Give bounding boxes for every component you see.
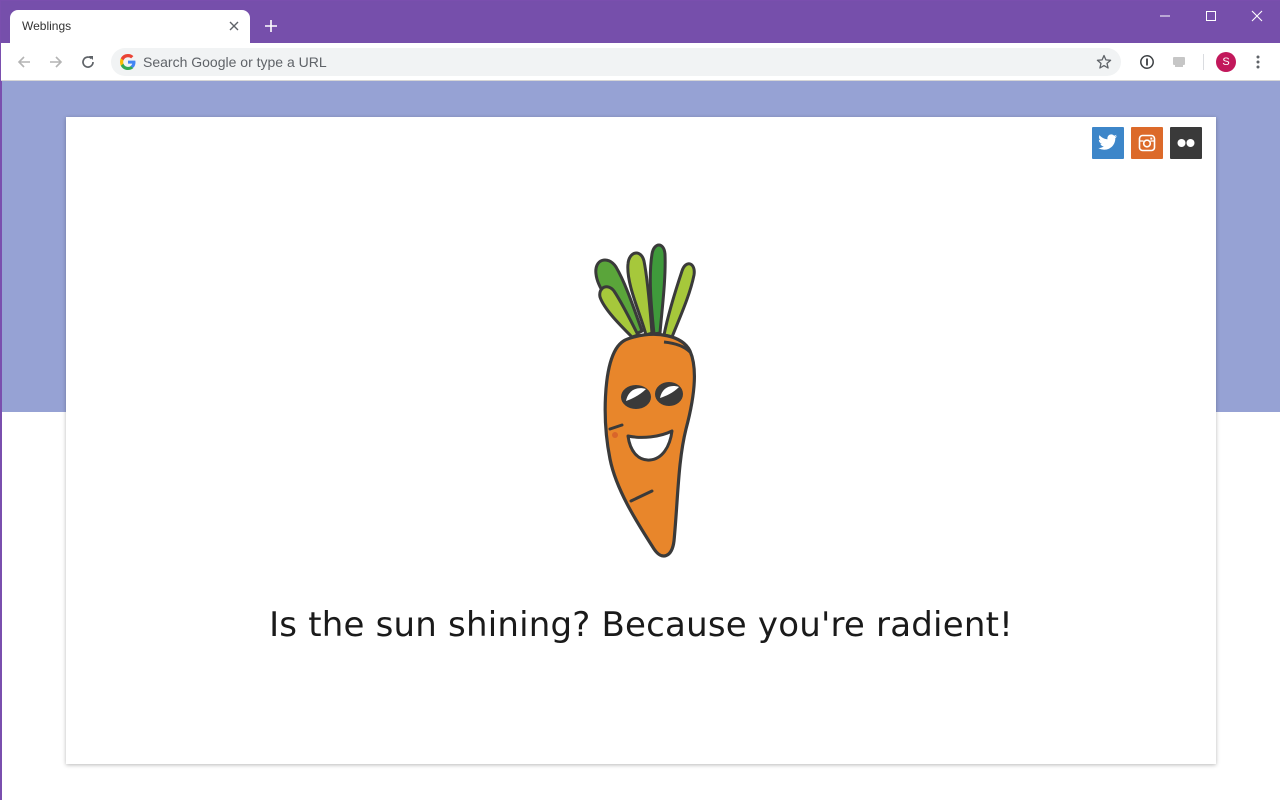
content-card: Is the sun shining? Because you're radie… xyxy=(66,117,1216,764)
new-tab-button[interactable] xyxy=(259,14,283,38)
google-g-icon xyxy=(120,54,136,70)
tab-weblings[interactable]: Weblings xyxy=(10,10,250,43)
close-icon xyxy=(1251,10,1263,22)
tab-title: Weblings xyxy=(22,19,72,33)
toolbar-separator xyxy=(1203,54,1204,70)
compliment-message: Is the sun shining? Because you're radie… xyxy=(269,605,1013,645)
kebab-menu-icon xyxy=(1256,55,1260,69)
plus-icon xyxy=(265,20,277,32)
address-input[interactable] xyxy=(143,48,1083,76)
back-button[interactable] xyxy=(10,48,38,76)
twitter-link[interactable] xyxy=(1092,127,1124,159)
browser-window: Weblings Search Google or type a URL S I… xyxy=(0,0,1280,800)
instagram-link[interactable] xyxy=(1131,127,1163,159)
info-icon xyxy=(1140,55,1154,69)
bookmark-star-icon[interactable] xyxy=(1095,53,1113,71)
minimize-icon xyxy=(1160,15,1170,17)
maximize-button[interactable] xyxy=(1188,1,1234,31)
page-viewport: Is the sun shining? Because you're radie… xyxy=(2,81,1280,800)
tab-strip: Weblings xyxy=(1,1,1280,43)
flickr-icon xyxy=(1177,139,1195,147)
extension-info-button[interactable] xyxy=(1133,48,1161,76)
extension-button[interactable] xyxy=(1165,48,1193,76)
minimize-button[interactable] xyxy=(1142,1,1188,31)
reload-icon xyxy=(82,56,94,68)
profile-initial: S xyxy=(1222,56,1230,68)
close-tab-icon[interactable] xyxy=(226,18,242,34)
twitter-icon xyxy=(1098,134,1118,150)
flickr-link[interactable] xyxy=(1170,127,1202,159)
maximize-icon xyxy=(1206,11,1216,21)
forward-button[interactable] xyxy=(42,48,70,76)
close-window-button[interactable] xyxy=(1234,1,1280,31)
carrot-mascot-illustration xyxy=(594,243,696,558)
back-arrow-icon xyxy=(17,56,30,68)
reload-button[interactable] xyxy=(74,48,102,76)
menu-button[interactable] xyxy=(1244,48,1272,76)
forward-arrow-icon xyxy=(50,56,63,68)
omnibox[interactable] xyxy=(111,48,1121,76)
extension-icon xyxy=(1173,57,1185,67)
browser-toolbar: S xyxy=(1,43,1280,81)
profile-avatar[interactable]: S xyxy=(1216,52,1236,72)
instagram-icon xyxy=(1138,134,1156,152)
